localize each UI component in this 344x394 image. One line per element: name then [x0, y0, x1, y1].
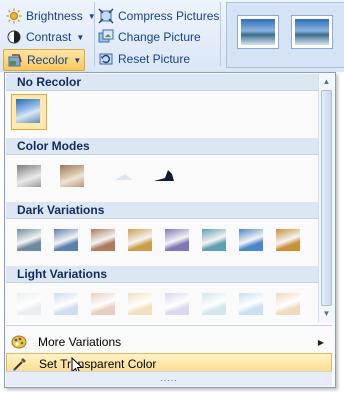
- section-header: Dark Variations: [6, 202, 318, 219]
- reset-picture-button[interactable]: Reset Picture: [98, 49, 190, 69]
- change-picture-button[interactable]: Change Picture: [98, 27, 201, 47]
- light-variation-option[interactable]: [200, 291, 228, 317]
- light-variation-option[interactable]: [126, 291, 154, 317]
- light-variation-option[interactable]: [163, 291, 191, 317]
- compress-pictures-button[interactable]: Compress Pictures: [98, 6, 219, 26]
- sepia-option[interactable]: [58, 163, 86, 189]
- scrollbar[interactable]: ▲ ▼: [318, 74, 334, 322]
- chevron-down-icon: ▼: [73, 55, 82, 65]
- recolor-label: Recolor: [27, 53, 69, 67]
- light-variation-option[interactable]: [89, 291, 117, 317]
- group-divider: [220, 2, 221, 66]
- scrollbar-thumb[interactable]: [321, 90, 332, 306]
- brightness-button[interactable]: Brightness ▼: [6, 6, 96, 26]
- resize-grip[interactable]: .....: [6, 371, 332, 386]
- picture-style-thumbnail[interactable]: [237, 15, 279, 49]
- dark-variation-option[interactable]: [163, 227, 191, 253]
- picture-thumbnail: [241, 19, 275, 45]
- recolor-icon: [7, 52, 23, 68]
- dark-variation-option[interactable]: [52, 227, 80, 253]
- light-variation-option[interactable]: [274, 291, 302, 317]
- dark-variation-option[interactable]: [237, 227, 265, 253]
- contrast-button[interactable]: Contrast ▼: [6, 27, 84, 47]
- scroll-down-icon[interactable]: ▼: [320, 307, 333, 320]
- brightness-label: Brightness: [26, 9, 83, 23]
- section-header: No Recolor: [6, 74, 318, 91]
- section-header: Color Modes: [6, 138, 318, 155]
- compress-label: Compress Pictures: [118, 9, 220, 23]
- light-variation-option[interactable]: [52, 291, 80, 317]
- recolor-dropdown-menu: No Recolor Color Modes Dark Variations L…: [4, 72, 336, 388]
- no-recolor-option[interactable]: [11, 94, 47, 130]
- grayscale-option[interactable]: [15, 163, 43, 189]
- reset-picture-icon: [98, 51, 114, 67]
- picture-styles-gallery: [226, 2, 344, 68]
- menu-separator: [6, 325, 332, 326]
- set-transparent-color-label: Set Transparent Color: [39, 357, 157, 371]
- change-picture-icon: [98, 29, 114, 45]
- dark-variation-option[interactable]: [274, 227, 302, 253]
- black-and-white-option[interactable]: [150, 163, 178, 189]
- dark-variation-option[interactable]: [15, 227, 43, 253]
- light-variation-option[interactable]: [15, 291, 43, 317]
- brightness-icon: [6, 8, 22, 24]
- eyedropper-icon: [12, 356, 28, 372]
- change-picture-label: Change Picture: [118, 30, 201, 44]
- scroll-up-icon[interactable]: ▲: [320, 75, 333, 88]
- contrast-label: Contrast: [26, 30, 72, 44]
- light-variation-option[interactable]: [237, 291, 265, 317]
- picture-thumbnail: [295, 19, 329, 45]
- chevron-down-icon: ▼: [76, 32, 85, 42]
- palette-icon: [11, 334, 27, 350]
- dark-variation-option[interactable]: [126, 227, 154, 253]
- submenu-arrow-icon: ▶: [317, 337, 324, 347]
- picture-style-thumbnail[interactable]: [291, 15, 333, 49]
- dark-variation-option[interactable]: [89, 227, 117, 253]
- contrast-icon: [6, 29, 22, 45]
- reset-picture-label: Reset Picture: [118, 52, 191, 66]
- ribbon: Brightness ▼ Contrast ▼ Recolor ▼ Compre…: [0, 0, 344, 72]
- group-divider: [94, 2, 95, 66]
- more-variations-label: More Variations: [38, 335, 122, 349]
- section-header: Light Variations: [6, 266, 318, 283]
- more-variations-menu-item[interactable]: More Variations ▶: [6, 331, 332, 353]
- recolor-button[interactable]: Recolor ▼: [3, 49, 86, 71]
- washout-option[interactable]: [109, 163, 137, 189]
- dark-variation-option[interactable]: [200, 227, 228, 253]
- compress-icon: [98, 8, 114, 24]
